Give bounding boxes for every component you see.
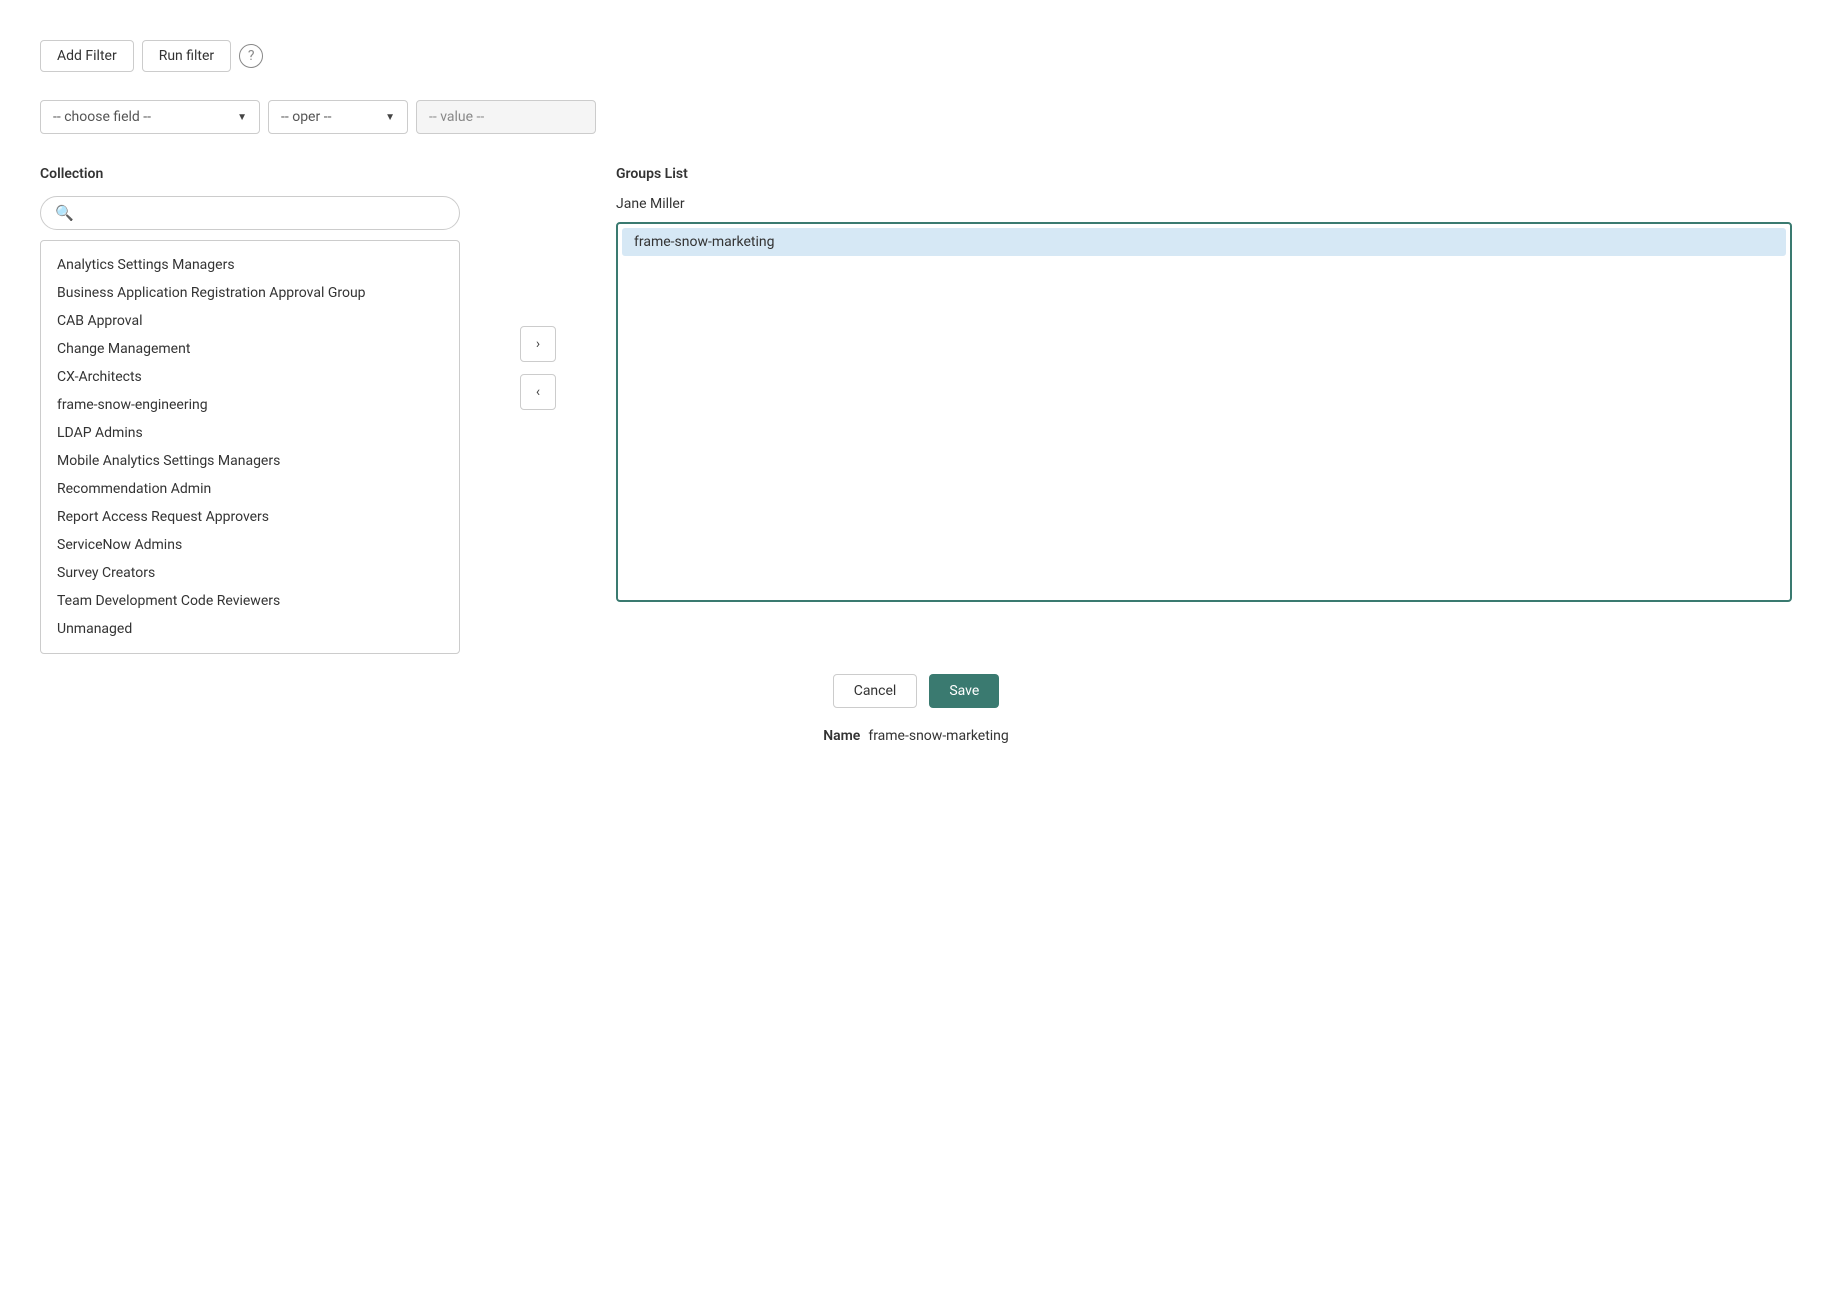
name-value: frame-snow-marketing bbox=[868, 728, 1008, 744]
toolbar: Add Filter Run filter ? bbox=[40, 40, 1792, 72]
oper-select-label: -- oper -- bbox=[281, 109, 331, 125]
field-select[interactable]: -- choose field -- ▼ bbox=[40, 100, 260, 134]
move-right-button[interactable]: › bbox=[520, 326, 556, 362]
oper-select[interactable]: -- oper -- ▼ bbox=[268, 100, 408, 134]
run-filter-button[interactable]: Run filter bbox=[142, 40, 231, 72]
list-item[interactable]: LDAP Admins bbox=[41, 419, 459, 447]
filter-row: -- choose field -- ▼ -- oper -- ▼ -- val… bbox=[40, 100, 1792, 134]
list-item[interactable]: Unmanaged bbox=[41, 615, 459, 643]
list-item[interactable]: Team Development Code Reviewers bbox=[41, 587, 459, 615]
field-select-label: -- choose field -- bbox=[53, 109, 151, 125]
list-item[interactable]: Change Management bbox=[41, 335, 459, 363]
list-item[interactable]: frame-snow-marketing bbox=[622, 228, 1786, 256]
list-item[interactable]: frame-snow-engineering bbox=[41, 391, 459, 419]
action-buttons: Cancel Save bbox=[40, 674, 1792, 708]
search-icon: 🔍 bbox=[55, 204, 74, 222]
list-item[interactable]: Business Application Registration Approv… bbox=[41, 279, 459, 307]
add-filter-button[interactable]: Add Filter bbox=[40, 40, 134, 72]
list-item[interactable]: Survey Creators bbox=[41, 559, 459, 587]
save-button[interactable]: Save bbox=[929, 674, 999, 708]
name-label: Name bbox=[823, 728, 860, 744]
move-left-button[interactable]: ‹ bbox=[520, 374, 556, 410]
collection-list: Analytics Settings ManagersBusiness Appl… bbox=[40, 240, 460, 654]
groups-section: Groups List Jane Miller frame-snow-marke… bbox=[616, 166, 1792, 602]
collection-title: Collection bbox=[40, 166, 460, 182]
oper-select-arrow: ▼ bbox=[385, 112, 395, 123]
main-content: Collection 🔍 Analytics Settings Managers… bbox=[40, 166, 1792, 654]
list-item[interactable]: ServiceNow Admins bbox=[41, 531, 459, 559]
move-left-icon: ‹ bbox=[536, 384, 540, 400]
name-row: Name frame-snow-marketing bbox=[40, 728, 1792, 744]
list-item[interactable]: Report Access Request Approvers bbox=[41, 503, 459, 531]
list-item[interactable]: Analytics Settings Managers bbox=[41, 251, 459, 279]
value-input: -- value -- bbox=[416, 100, 596, 134]
search-box[interactable]: 🔍 bbox=[40, 196, 460, 230]
list-item[interactable]: CX-Architects bbox=[41, 363, 459, 391]
collection-section: Collection 🔍 Analytics Settings Managers… bbox=[40, 166, 460, 654]
groups-user: Jane Miller bbox=[616, 196, 1792, 212]
groups-title: Groups List bbox=[616, 166, 1792, 182]
move-right-icon: › bbox=[536, 336, 540, 352]
list-item[interactable]: Mobile Analytics Settings Managers bbox=[41, 447, 459, 475]
cancel-button[interactable]: Cancel bbox=[833, 674, 918, 708]
middle-controls: › ‹ bbox=[520, 166, 556, 410]
search-input[interactable] bbox=[82, 205, 445, 221]
field-select-arrow: ▼ bbox=[237, 112, 247, 123]
list-item[interactable]: Recommendation Admin bbox=[41, 475, 459, 503]
groups-list: frame-snow-marketing bbox=[616, 222, 1792, 602]
list-item[interactable]: CAB Approval bbox=[41, 307, 459, 335]
help-icon: ? bbox=[239, 44, 263, 68]
